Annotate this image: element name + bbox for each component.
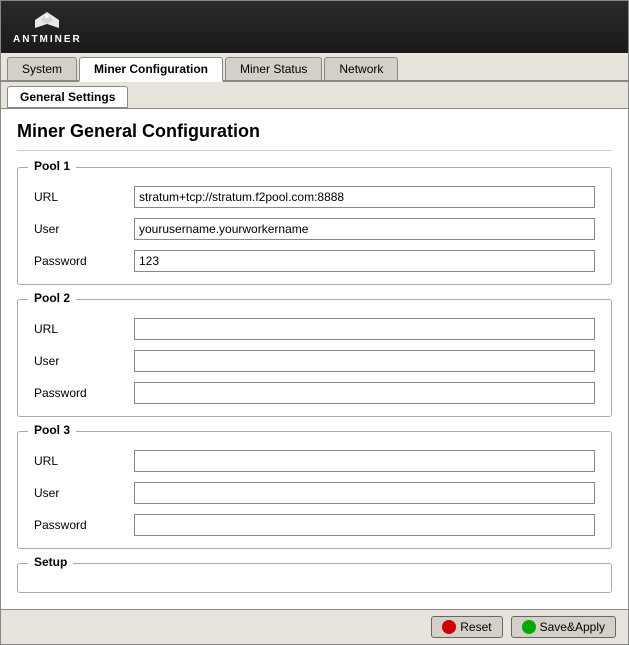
pool2-user-label: User xyxy=(34,354,134,368)
page-title: Miner General Configuration xyxy=(17,121,612,151)
pool1-user-input[interactable] xyxy=(134,218,595,240)
content-area: Miner General Configuration Pool 1 URL U… xyxy=(1,109,628,609)
nav-bar: System Miner Configuration Miner Status … xyxy=(1,53,628,82)
pool3-user-row: User xyxy=(34,482,595,504)
reset-icon xyxy=(442,620,456,634)
pool2-url-label: URL xyxy=(34,322,134,336)
logo-area: ANTMINER xyxy=(13,10,82,45)
reset-button[interactable]: Reset xyxy=(431,616,502,638)
tab-system[interactable]: System xyxy=(7,57,77,80)
pool3-user-label: User xyxy=(34,486,134,500)
save-apply-button[interactable]: Save&Apply xyxy=(511,616,616,638)
pool3-password-row: Password xyxy=(34,514,595,536)
header: ANTMINER xyxy=(1,1,628,53)
tab-miner-status[interactable]: Miner Status xyxy=(225,57,322,80)
pool1-user-label: User xyxy=(34,222,134,236)
pool1-url-label: URL xyxy=(34,190,134,204)
pool2-password-label: Password xyxy=(34,386,134,400)
setup-legend: Setup xyxy=(28,555,73,569)
pool2-user-input[interactable] xyxy=(134,350,595,372)
antminer-logo-icon xyxy=(33,10,61,32)
pool3-user-input[interactable] xyxy=(134,482,595,504)
pool1-group: Pool 1 URL User Password xyxy=(17,167,612,285)
pool2-legend: Pool 2 xyxy=(28,291,76,305)
pool2-url-input[interactable] xyxy=(134,318,595,340)
save-label: Save&Apply xyxy=(540,620,605,634)
subtab-general-settings[interactable]: General Settings xyxy=(7,86,128,108)
pool1-url-row: URL xyxy=(34,186,595,208)
pool3-group: Pool 3 URL User Password xyxy=(17,431,612,549)
pool1-user-row: User xyxy=(34,218,595,240)
pool2-url-row: URL xyxy=(34,318,595,340)
pool3-password-input[interactable] xyxy=(134,514,595,536)
pool1-password-label: Password xyxy=(34,254,134,268)
pool3-url-label: URL xyxy=(34,454,134,468)
pool3-password-label: Password xyxy=(34,518,134,532)
pool3-url-row: URL xyxy=(34,450,595,472)
pool1-password-input[interactable] xyxy=(134,250,595,272)
footer-bar: Reset Save&Apply xyxy=(1,609,628,644)
sub-nav-bar: General Settings xyxy=(1,82,628,109)
save-icon xyxy=(522,620,536,634)
setup-group: Setup xyxy=(17,563,612,593)
pool1-password-row: Password xyxy=(34,250,595,272)
app-wrapper: ANTMINER System Miner Configuration Mine… xyxy=(0,0,629,645)
reset-label: Reset xyxy=(460,620,491,634)
logo-text: ANTMINER xyxy=(13,34,82,45)
pool1-legend: Pool 1 xyxy=(28,159,76,173)
pool1-url-input[interactable] xyxy=(134,186,595,208)
pool2-password-row: Password xyxy=(34,382,595,404)
pool2-group: Pool 2 URL User Password xyxy=(17,299,612,417)
pool2-password-input[interactable] xyxy=(134,382,595,404)
pool3-url-input[interactable] xyxy=(134,450,595,472)
tab-network[interactable]: Network xyxy=(324,57,398,80)
tab-miner-configuration[interactable]: Miner Configuration xyxy=(79,57,223,82)
pool3-legend: Pool 3 xyxy=(28,423,76,437)
pool2-user-row: User xyxy=(34,350,595,372)
